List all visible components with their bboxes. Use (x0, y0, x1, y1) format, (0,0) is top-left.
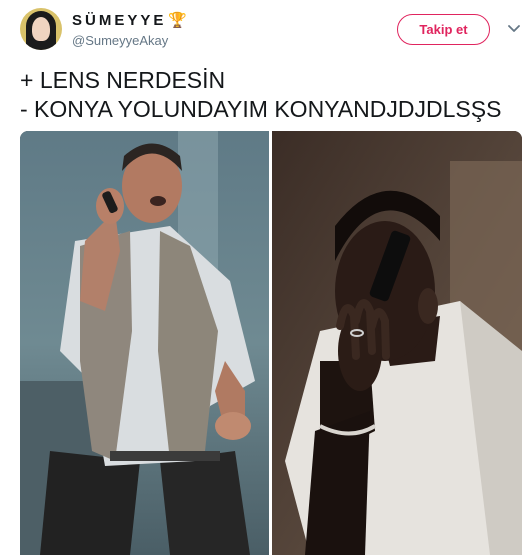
follow-button[interactable]: Takip et (397, 14, 490, 45)
user-handle[interactable]: @SumeyyeAkay (72, 33, 168, 48)
media-collage (20, 131, 522, 555)
chevron-down-icon[interactable] (506, 20, 522, 36)
display-name-text[interactable]: SÜMEYYE (72, 12, 166, 29)
tweet-line-2: - KONYA YOLUNDAYIM KONYANDJDJDLSŞS (20, 96, 502, 122)
tweet-media[interactable] (20, 131, 522, 555)
right-photo (272, 131, 522, 555)
trophy-icon: 🏆 (168, 12, 188, 29)
display-name[interactable]: SÜMEYYE 🏆 (72, 11, 187, 29)
avatar[interactable] (20, 8, 62, 50)
left-photo (20, 131, 269, 555)
tweet-line-1: + LENS NERDESİN (20, 67, 226, 93)
tweet-text: + LENS NERDESİN - KONYA YOLUNDAYIM KONYA… (20, 66, 525, 124)
tweet-header: SÜMEYYE 🏆 @SumeyyeAkay Takip et (0, 0, 532, 62)
